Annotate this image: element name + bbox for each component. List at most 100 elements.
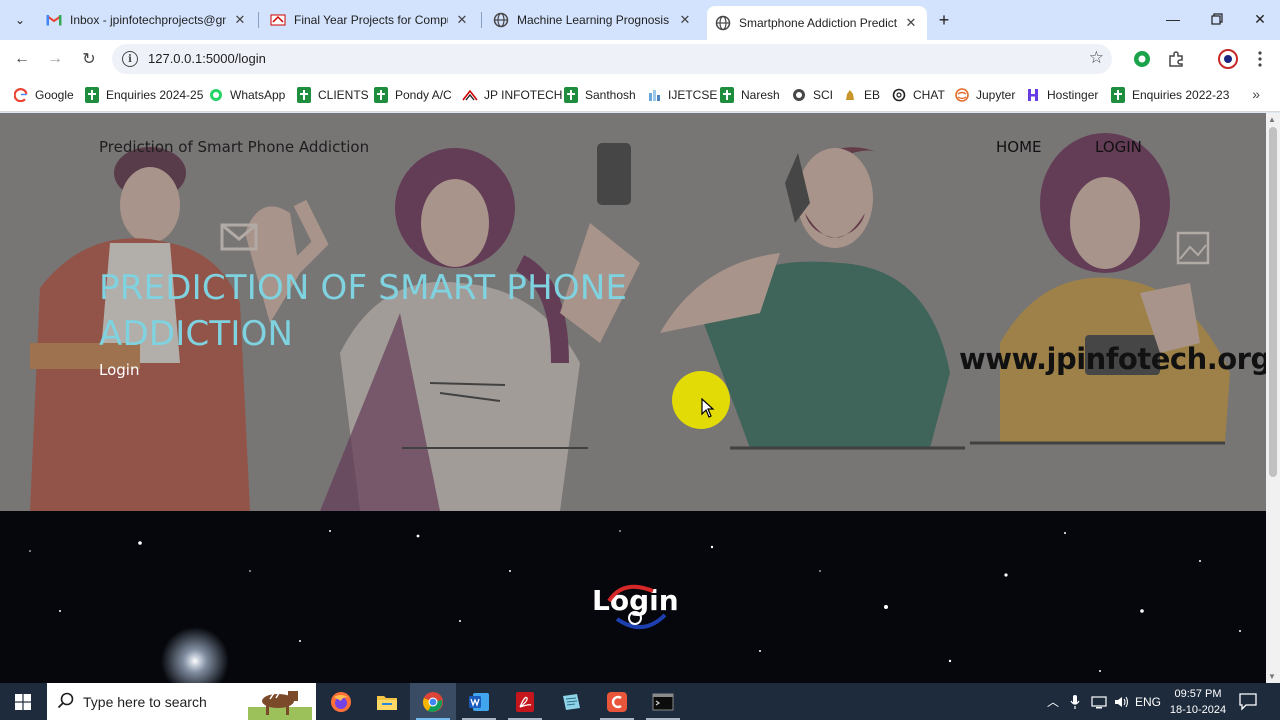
close-icon[interactable]: ✕ (903, 15, 919, 31)
tray-overflow-button[interactable]: ︿ (1044, 683, 1062, 720)
bookmark-label: EB (864, 88, 881, 102)
tab-smartphone-addiction[interactable]: Smartphone Addiction Predictio ✕ (707, 6, 927, 40)
bookmark-sci[interactable]: SCI (791, 86, 833, 104)
bookmark-eb[interactable]: EB (842, 86, 880, 104)
taskbar-firefox[interactable] (318, 683, 364, 720)
network-icon (1091, 695, 1107, 708)
taskbar-file-explorer[interactable] (364, 683, 410, 720)
tab-title: Inbox - jpinfotechprojects@gm (70, 13, 226, 27)
taskbar-search-box[interactable]: Type here to search (47, 683, 316, 720)
forward-button[interactable]: → (43, 47, 67, 71)
bookmark-enquiries-2024-25[interactable]: Enquiries 2024-25 (84, 86, 203, 104)
tab-title: Machine Learning Prognosis fo (517, 13, 671, 27)
site-brand[interactable]: Prediction of Smart Phone Addiction (99, 138, 369, 156)
scroll-up-icon[interactable]: ▲ (1268, 115, 1276, 124)
windows-taskbar: Type here to search ︿ ENG 09:57 PM 18-10… (0, 683, 1280, 720)
profile-avatar-icon[interactable] (1218, 49, 1238, 69)
close-icon[interactable]: ✕ (677, 12, 693, 28)
bookmark-jp-infotech[interactable]: JP INFOTECH (462, 86, 562, 104)
bookmark-label: JP INFOTECH (484, 88, 563, 102)
sheets-icon (1110, 87, 1126, 103)
watermark-text: www.jpinfotech.org (959, 342, 1266, 376)
taskbar-word[interactable] (456, 683, 502, 720)
acrobat-icon (516, 691, 534, 712)
tab-title: Final Year Projects for Compute (294, 13, 448, 27)
tab-title: Smartphone Addiction Predictio (739, 16, 897, 30)
taskbar-chrome[interactable] (410, 683, 456, 720)
new-tab-button[interactable]: + (932, 8, 956, 32)
bookmark-hostinger[interactable]: Hostinger (1025, 86, 1098, 104)
taskbar-terminal[interactable] (640, 683, 686, 720)
scrollbar-thumb[interactable] (1269, 127, 1277, 477)
bookmark-whatsapp[interactable]: WhatsApp (208, 86, 285, 104)
minimize-icon: — (1166, 11, 1180, 27)
bookmark-clients[interactable]: CLIENTS (296, 86, 369, 104)
minimize-button[interactable]: — (1151, 4, 1195, 34)
close-icon[interactable]: ✕ (454, 12, 470, 28)
address-bar[interactable]: i 127.0.0.1:5000/login ☆ (112, 44, 1112, 74)
bookmark-google[interactable]: Google (13, 86, 74, 104)
globe-icon (791, 87, 807, 103)
bookmark-label: Google (35, 88, 74, 102)
tab-inbox[interactable]: Inbox - jpinfotechprojects@gm ✕ (38, 6, 256, 34)
sheets-icon (563, 87, 579, 103)
site-logo-icon (270, 12, 286, 28)
extension-icon[interactable] (1132, 49, 1152, 69)
taskbar-notepad[interactable] (548, 683, 594, 720)
nav-login-link[interactable]: LOGIN (1095, 138, 1142, 156)
tray-language[interactable]: ENG (1134, 683, 1162, 720)
url-text[interactable]: 127.0.0.1:5000/login (148, 51, 266, 66)
close-window-button[interactable]: ✕ (1238, 4, 1280, 34)
chrome-icon (423, 691, 443, 712)
tab-separator (258, 12, 259, 28)
bookmark-jupyter[interactable]: Jupyter (954, 86, 1015, 104)
bookmark-naresh[interactable]: Naresh (719, 86, 780, 104)
word-icon (469, 692, 489, 711)
taskbar-clock[interactable]: 09:57 PM 18-10-2024 (1166, 686, 1230, 718)
bookmark-label: WhatsApp (230, 88, 286, 102)
taskbar-app-c[interactable] (594, 683, 640, 720)
tab-search-button[interactable]: ⌄ (8, 8, 32, 32)
bookmark-label: SCI (813, 88, 834, 102)
bookmark-pondy-ac[interactable]: Pondy A/C (373, 86, 452, 104)
notification-center-button[interactable] (1238, 691, 1258, 716)
info-icon[interactable]: i (122, 51, 138, 67)
reload-button[interactable]: ↻ (77, 47, 101, 71)
star-icon[interactable]: ☆ (1089, 48, 1104, 68)
start-button[interactable] (0, 683, 46, 720)
menu-kebab-icon[interactable] (1250, 49, 1270, 69)
bookmark-label: Enquiries 2024-25 (106, 88, 204, 102)
tab-ml-prognosis[interactable]: Machine Learning Prognosis fo ✕ (485, 6, 701, 34)
bookmark-label: Santhosh (585, 88, 636, 102)
back-button[interactable]: ← (10, 47, 34, 71)
bookmark-label: CHAT (913, 88, 945, 102)
tray-network[interactable] (1088, 683, 1110, 720)
tray-microphone[interactable] (1066, 683, 1084, 720)
taskbar-acrobat[interactable] (502, 683, 548, 720)
hero-subtitle: Login (99, 361, 140, 379)
tab-final-year-projects[interactable]: Final Year Projects for Compute ✕ (262, 6, 478, 34)
sheets-icon (296, 87, 312, 103)
chevron-up-icon: ︿ (1046, 695, 1059, 709)
google-icon (13, 87, 29, 103)
bookmark-chat[interactable]: CHAT (891, 86, 945, 104)
bookmark-label: CLIENTS (318, 88, 369, 102)
nav-home-link[interactable]: HOME (996, 138, 1042, 156)
scroll-down-icon[interactable]: ▼ (1268, 672, 1276, 681)
browser-toolbar: ← → ↻ i 127.0.0.1:5000/login ☆ (0, 40, 1280, 78)
close-icon[interactable]: ✕ (232, 12, 248, 28)
bookmark-santhosh[interactable]: Santhosh (563, 86, 636, 104)
chevron-double-right-icon[interactable]: » (1252, 86, 1260, 102)
bookmark-enquiries-2022-23[interactable]: Enquiries 2022-23 (1110, 86, 1229, 104)
restore-button[interactable] (1195, 4, 1239, 34)
search-icon (57, 692, 74, 709)
page-scrollbar[interactable]: ▲ ▼ (1266, 113, 1280, 683)
bookmark-ijetcse[interactable]: IJETCSE (646, 86, 717, 104)
extensions-puzzle-icon[interactable] (1166, 49, 1186, 69)
clock-time: 09:57 PM (1174, 688, 1222, 700)
globe-icon (493, 12, 509, 28)
reload-icon: ↻ (82, 51, 96, 68)
bookmark-label: Enquiries 2022-23 (1132, 88, 1230, 102)
tray-volume[interactable] (1112, 683, 1132, 720)
close-icon: ✕ (1254, 10, 1266, 27)
